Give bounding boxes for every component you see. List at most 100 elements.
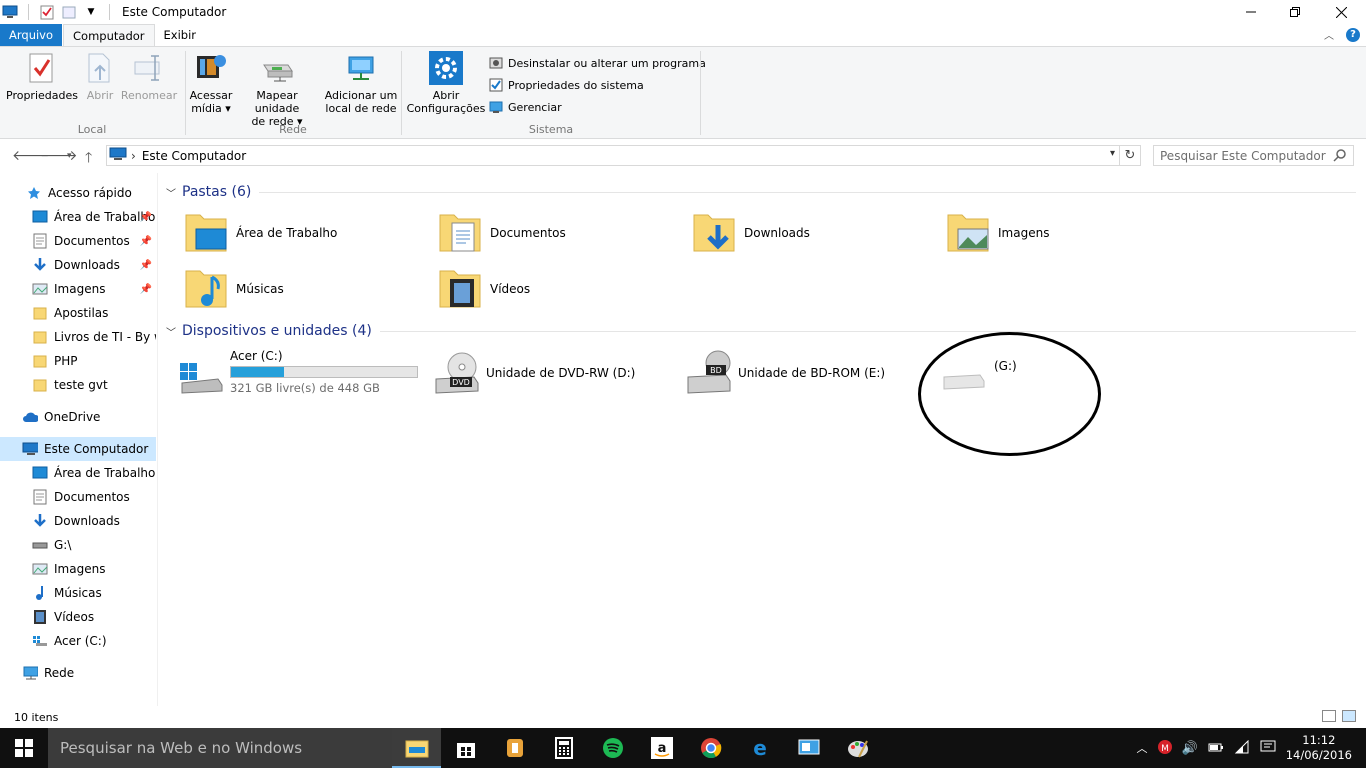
uninstall-program-button[interactable]: Desinstalar ou alterar um programa (488, 54, 706, 72)
battery-icon[interactable] (1208, 741, 1224, 756)
chevron-down-icon[interactable]: ▾ (1110, 148, 1115, 159)
nav-item-downloads[interactable]: Downloads 📌 (0, 253, 156, 277)
document-icon (32, 489, 48, 505)
folder-icon (32, 377, 48, 393)
address-bar[interactable]: › Este Computador ▾ (106, 145, 1120, 166)
office-icon (506, 739, 523, 757)
up-button[interactable]: 🡑 (85, 147, 92, 171)
calculator-taskbar-button[interactable] (539, 728, 588, 768)
folder-downloads[interactable]: Downloads (690, 209, 810, 257)
show-hidden-icons-icon[interactable]: ︿ (1137, 740, 1148, 756)
nav-item-pc-g-drive[interactable]: G:\ (0, 533, 156, 557)
restore-button[interactable] (1272, 0, 1318, 24)
drive-c[interactable]: Acer (C:) 321 GB livre(s) de 448 GB (176, 349, 418, 397)
large-icons-view-button[interactable] (1342, 710, 1356, 722)
chevron-down-icon[interactable]: ▼ (83, 4, 99, 20)
nav-item-pc-desktop[interactable]: Área de Trabalho (0, 461, 156, 485)
dvd-drive-icon: DVD (432, 349, 480, 397)
pin-icon: 📌 (139, 211, 152, 223)
new-folder-icon[interactable] (61, 4, 77, 20)
folders-section-header[interactable]: ﹀ Pastas (6) (166, 184, 1356, 200)
properties-icon[interactable] (39, 4, 55, 20)
divider (109, 4, 110, 20)
nav-item-pc-documents[interactable]: Documentos (0, 485, 156, 509)
nav-quick-access[interactable]: Acesso rápido (0, 181, 156, 205)
remote-desktop-taskbar-button[interactable] (784, 728, 833, 768)
nav-item-desktop[interactable]: Área de Trabalho 📌 (0, 205, 156, 229)
open-settings-button[interactable]: Abrir Configurações (406, 51, 486, 115)
drive-e[interactable]: BD Unidade de BD-ROM (E:) (684, 349, 885, 397)
search-input[interactable]: Pesquisar Este Computador (1153, 145, 1354, 166)
folder-documents[interactable]: Documentos (436, 209, 566, 257)
nav-onedrive[interactable]: OneDrive (0, 405, 156, 429)
search-icon (1333, 148, 1347, 165)
ribbon-group-network: Acessar mídia ▾ Mapear unidade de rede ▾ A… (186, 47, 400, 139)
properties-button[interactable]: Propriedades (6, 51, 78, 102)
check-icon (488, 77, 504, 93)
antivirus-icon[interactable]: M (1157, 739, 1172, 757)
office-taskbar-button[interactable] (490, 728, 539, 768)
network-drive-icon (260, 51, 294, 85)
store-taskbar-button[interactable] (441, 728, 490, 768)
nav-item-pc-videos[interactable]: Vídeos (0, 605, 156, 629)
restore-icon (1290, 7, 1300, 17)
nav-item-php[interactable]: PHP (0, 349, 156, 373)
volume-icon[interactable]: 🔊 (1182, 741, 1198, 756)
start-button[interactable] (0, 728, 48, 768)
folder-pictures[interactable]: Imagens (944, 209, 1049, 257)
svg-text:DVD: DVD (452, 378, 470, 387)
drive-d[interactable]: DVD Unidade de DVD-RW (D:) (432, 349, 635, 397)
notifications-icon[interactable] (1260, 740, 1276, 757)
nav-this-pc[interactable]: Este Computador (0, 437, 156, 461)
edge-taskbar-button[interactable]: e (735, 728, 784, 768)
nav-item-pc-downloads[interactable]: Downloads (0, 509, 156, 533)
store-icon (456, 743, 475, 758)
spotify-taskbar-button[interactable] (588, 728, 637, 768)
paint-taskbar-button[interactable] (833, 728, 882, 768)
tab-view[interactable]: Exibir (155, 24, 206, 46)
videos-folder-icon (436, 265, 484, 313)
annotation-circle (918, 332, 1101, 456)
details-view-button[interactable] (1322, 710, 1336, 722)
help-icon[interactable]: ? (1346, 27, 1360, 42)
collapse-ribbon-icon[interactable]: ︿ (1324, 27, 1334, 42)
nav-item-pc-pictures[interactable]: Imagens (0, 557, 156, 581)
folder-desktop[interactable]: Área de Trabalho (182, 209, 337, 257)
refresh-button[interactable]: ↻ (1120, 145, 1141, 166)
nav-item-pictures[interactable]: Imagens 📌 (0, 277, 156, 301)
cloud-icon (22, 409, 38, 425)
folder-videos[interactable]: Vídeos (436, 265, 530, 313)
video-icon (32, 609, 48, 625)
manage-button[interactable]: Gerenciar (488, 98, 562, 116)
item-count: 10 itens (14, 710, 59, 724)
devices-section-header[interactable]: ﹀ Dispositivos e unidades (4) (166, 323, 1356, 339)
wifi-icon[interactable] (1234, 739, 1250, 757)
taskbar-search-input[interactable]: Pesquisar na Web e no Windows (48, 728, 392, 768)
access-media-button[interactable]: Acessar mídia ▾ (190, 51, 232, 115)
nav-network[interactable]: Rede (0, 661, 156, 685)
rename-button[interactable]: Renomear (121, 51, 177, 102)
map-network-drive-button[interactable]: Mapear unidade de rede ▾ (234, 51, 320, 128)
chrome-taskbar-button[interactable] (686, 728, 735, 768)
amazon-taskbar-button[interactable]: a (637, 728, 686, 768)
open-button[interactable]: Abrir (84, 51, 116, 102)
tab-computer[interactable]: Computador (63, 24, 155, 46)
recent-locations-button[interactable]: ▾ (67, 151, 72, 161)
clock[interactable]: 11:12 14/06/2016 (1286, 733, 1352, 763)
file-explorer-taskbar-button[interactable] (392, 728, 441, 768)
folder-music[interactable]: Músicas (182, 265, 284, 313)
nav-item-teste-gvt[interactable]: teste gvt (0, 373, 156, 397)
add-network-location-button[interactable]: Adicionar um local de rede (322, 51, 400, 115)
computer-icon[interactable] (2, 4, 18, 20)
close-button[interactable] (1318, 0, 1364, 24)
minimize-button[interactable] (1228, 0, 1274, 24)
nav-item-documents[interactable]: Documentos 📌 (0, 229, 156, 253)
divider (28, 4, 29, 20)
nav-item-apostilas[interactable]: Apostilas (0, 301, 156, 325)
nav-item-pc-acer-c[interactable]: Acer (C:) (0, 629, 156, 653)
nav-item-pc-music[interactable]: Músicas (0, 581, 156, 605)
system-properties-button[interactable]: Propriedades do sistema (488, 76, 644, 94)
tab-file[interactable]: Arquivo (0, 24, 63, 46)
breadcrumb[interactable]: Este Computador (142, 149, 246, 163)
nav-item-livros[interactable]: Livros de TI - By wh (0, 325, 156, 349)
